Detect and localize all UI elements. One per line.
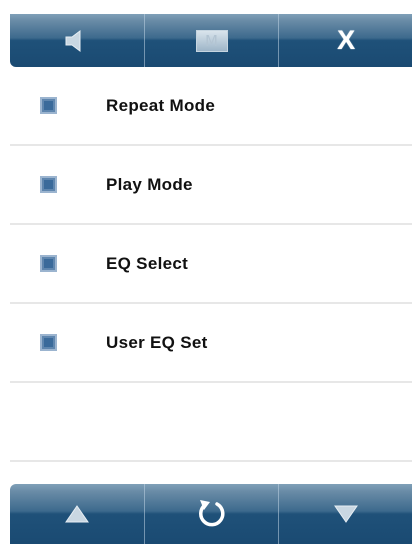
menu-item-play-mode[interactable]: Play Mode	[10, 146, 412, 225]
checkbox-icon	[40, 334, 57, 351]
menu-item-user-eq-set[interactable]: User EQ Set	[10, 304, 412, 383]
settings-menu: Repeat Mode Play Mode EQ Select User EQ …	[10, 67, 412, 462]
close-button[interactable]: X	[278, 14, 412, 67]
menu-item-label: EQ Select	[106, 253, 189, 273]
checkbox-icon	[40, 255, 57, 272]
menu-item-repeat-mode[interactable]: Repeat Mode	[10, 67, 412, 146]
scroll-up-button[interactable]	[10, 484, 144, 544]
menu-item-label: User EQ Set	[106, 332, 208, 352]
checkbox-icon	[40, 176, 57, 193]
menu-item-label: Repeat Mode	[106, 95, 216, 115]
refresh-icon	[198, 500, 224, 527]
mode-button[interactable]: M	[143, 14, 279, 67]
refresh-button[interactable]	[143, 484, 279, 544]
close-icon: X	[337, 25, 356, 55]
scroll-down-button[interactable]	[278, 484, 412, 544]
volume-button[interactable]	[10, 14, 144, 67]
menu-item-eq-select[interactable]: EQ Select	[10, 225, 412, 304]
top-toolbar: M X	[10, 14, 412, 67]
checkbox-icon	[40, 97, 57, 114]
m-icon: M	[195, 29, 228, 52]
menu-item-label: Play Mode	[106, 174, 193, 194]
down-arrow-icon	[334, 505, 359, 523]
up-arrow-icon	[64, 505, 89, 523]
bottom-toolbar	[10, 484, 412, 544]
empty-row	[10, 383, 412, 462]
speaker-icon	[65, 29, 81, 52]
